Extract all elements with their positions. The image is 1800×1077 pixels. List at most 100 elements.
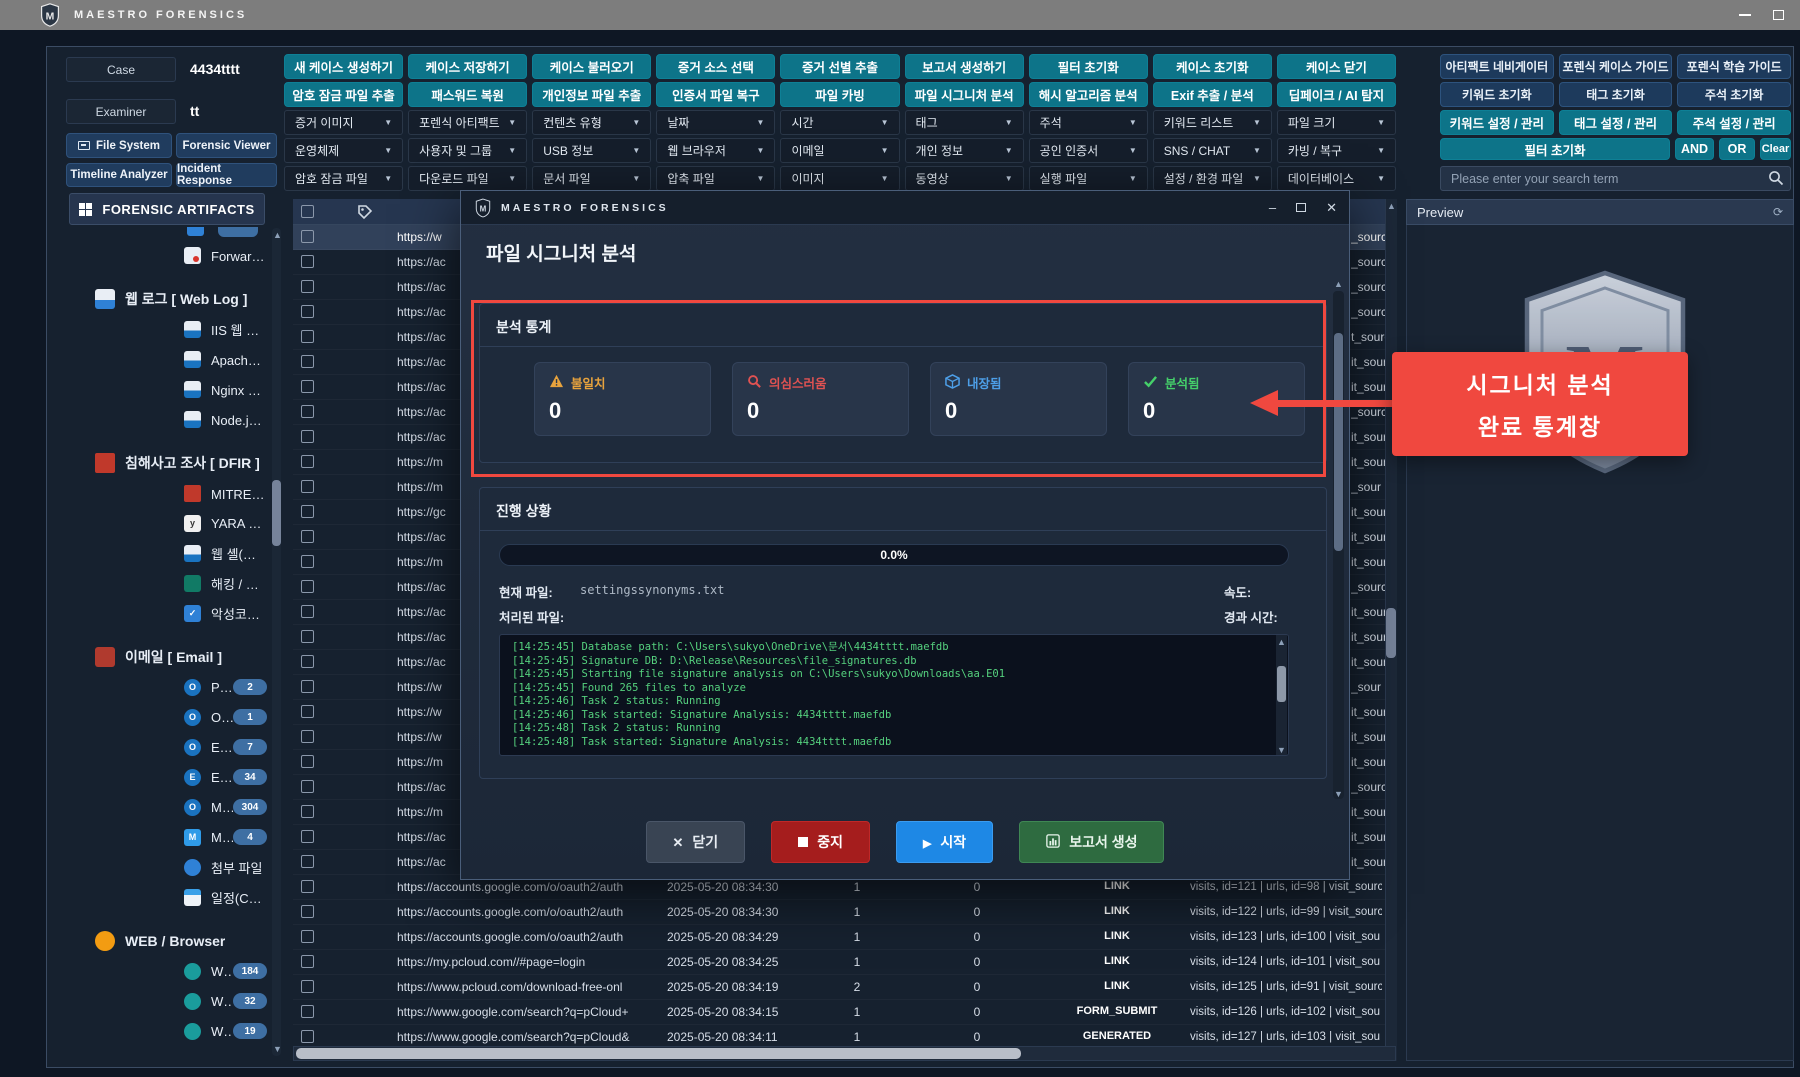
refresh-icon[interactable] bbox=[1773, 205, 1783, 219]
row-checkbox[interactable] bbox=[301, 505, 314, 518]
toolbar-button[interactable]: 파일 카빙 bbox=[780, 82, 899, 107]
toolbar-button[interactable]: 인증서 파일 복구 bbox=[656, 82, 775, 107]
search-input[interactable] bbox=[1440, 166, 1791, 191]
filter-dropdown[interactable]: 실행 파일 bbox=[1029, 166, 1148, 191]
sidebar-item[interactable]: Forwarded 로그 bbox=[53, 240, 269, 270]
filter-dropdown[interactable]: 파일 크기 bbox=[1277, 110, 1396, 135]
filter-dropdown[interactable]: 다운로드 파일 bbox=[408, 166, 527, 191]
panel-button[interactable]: 아티팩트 네비게이터 bbox=[1440, 54, 1554, 79]
row-checkbox[interactable] bbox=[301, 605, 314, 618]
row-checkbox[interactable] bbox=[301, 730, 314, 743]
row-checkbox[interactable] bbox=[301, 555, 314, 568]
filter-dropdown[interactable]: 동영상 bbox=[905, 166, 1024, 191]
row-checkbox[interactable] bbox=[301, 880, 314, 893]
filter-dropdown[interactable]: 날짜 bbox=[656, 110, 775, 135]
filter-dropdown[interactable]: 이미지 bbox=[780, 166, 899, 191]
toolbar-button[interactable]: 보고서 생성하기 bbox=[905, 54, 1024, 79]
sidebar-item[interactable]: 일정(Callendar) bbox=[53, 882, 269, 912]
filter-dropdown[interactable]: 운영체제 bbox=[284, 138, 403, 163]
dialog-scroll-up-icon[interactable]: ▲ bbox=[1334, 279, 1343, 289]
sidebar-item[interactable]: Nginx 웹 로그 bbox=[53, 374, 269, 404]
file-system-button[interactable]: File System bbox=[66, 133, 172, 158]
clear-button[interactable]: Clear bbox=[1760, 138, 1791, 160]
sidebar-item[interactable]: IIS 웹 로그 bbox=[53, 314, 269, 344]
filter-dropdown[interactable]: 문서 파일 bbox=[532, 166, 651, 191]
row-checkbox[interactable] bbox=[301, 480, 314, 493]
sidebar-item[interactable]: Node.js 웹 로그 bbox=[53, 404, 269, 434]
table-hscrollbar-thumb[interactable] bbox=[296, 1048, 1021, 1059]
row-checkbox[interactable] bbox=[301, 930, 314, 943]
toolbar-button[interactable]: 케이스 불러오기 bbox=[532, 54, 651, 79]
row-checkbox[interactable] bbox=[301, 755, 314, 768]
sidebar-item[interactable]: OMSG [ MS Outlook ]304 bbox=[53, 792, 269, 822]
log-scroll-down-icon[interactable]: ▼ bbox=[1277, 745, 1286, 755]
toolbar-button[interactable]: 해시 알고리즘 분석 bbox=[1029, 82, 1148, 107]
close-button[interactable]: 닫기 bbox=[646, 821, 746, 863]
sidebar-scrollbar[interactable] bbox=[272, 228, 281, 1056]
analysis-log-console[interactable]: [14:25:45] Database path: C:\Users\sukyo… bbox=[499, 634, 1289, 756]
row-checkbox[interactable] bbox=[301, 430, 314, 443]
sidebar-item[interactable]: OEML [ MS Outlook ]7 bbox=[53, 732, 269, 762]
toolbar-button[interactable]: 증거 소스 선택 bbox=[656, 54, 775, 79]
row-checkbox[interactable] bbox=[301, 455, 314, 468]
toolbar-button[interactable]: 패스워드 복원 bbox=[408, 82, 527, 107]
row-checkbox[interactable] bbox=[301, 280, 314, 293]
filter-dropdown[interactable]: 암호 잠금 파일 bbox=[284, 166, 403, 191]
row-checkbox[interactable] bbox=[301, 1030, 314, 1043]
toolbar-button[interactable]: 개인정보 파일 추출 bbox=[532, 82, 651, 107]
row-checkbox[interactable] bbox=[301, 230, 314, 243]
row-checkbox[interactable] bbox=[301, 855, 314, 868]
filter-dropdown[interactable]: 포렌식 아티팩트 bbox=[408, 110, 527, 135]
log-scrollbar-thumb[interactable] bbox=[1277, 666, 1286, 702]
row-checkbox[interactable] bbox=[301, 530, 314, 543]
dialog-scroll-down-icon[interactable]: ▼ bbox=[1334, 789, 1343, 799]
dialog-scrollbar-thumb[interactable] bbox=[1334, 333, 1343, 551]
toolbar-button[interactable]: 필터 초기화 bbox=[1029, 54, 1148, 79]
table-vscrollbar-thumb[interactable] bbox=[1386, 608, 1396, 658]
minimize-icon[interactable] bbox=[1739, 14, 1751, 16]
sidebar-item[interactable]: 첨부 파일 bbox=[53, 852, 269, 882]
sidebar-section[interactable]: WEB / Browser bbox=[53, 926, 269, 956]
sidebar-item[interactable]: OPST [ MS Outlook ]2 bbox=[53, 672, 269, 702]
filter-dropdown[interactable]: 컨텐츠 유형 bbox=[532, 110, 651, 135]
sidebar-item[interactable]: EEDB34 bbox=[53, 762, 269, 792]
row-checkbox[interactable] bbox=[301, 680, 314, 693]
row-checkbox[interactable] bbox=[301, 955, 314, 968]
row-checkbox[interactable] bbox=[301, 705, 314, 718]
row-checkbox[interactable] bbox=[301, 355, 314, 368]
row-checkbox[interactable] bbox=[301, 830, 314, 843]
sidebar-item[interactable]: Whale Download19 bbox=[53, 1016, 269, 1046]
filter-dropdown[interactable]: 공인 인증서 bbox=[1029, 138, 1148, 163]
sidebar-item[interactable]: 해킹 / 크래킹 도구 bbox=[53, 568, 269, 598]
sidebar-item[interactable]: Whale Search Words32 bbox=[53, 986, 269, 1016]
table-scroll-up-icon[interactable]: ▲ bbox=[1387, 201, 1396, 211]
table-row[interactable]: https://accounts.google.com/o/oauth2/aut… bbox=[293, 925, 1396, 950]
or-button[interactable]: OR bbox=[1719, 138, 1755, 160]
row-checkbox[interactable] bbox=[301, 380, 314, 393]
filter-dropdown[interactable]: 설정 / 환경 파일 bbox=[1153, 166, 1272, 191]
panel-button[interactable]: 포렌식 학습 가이드 bbox=[1677, 54, 1791, 79]
sidebar-scrollbar-thumb[interactable] bbox=[272, 480, 281, 546]
start-button[interactable]: 시작 bbox=[896, 821, 993, 863]
toolbar-button[interactable]: 증거 선별 추출 bbox=[780, 54, 899, 79]
manage-button[interactable]: 태그 설정 / 관리 bbox=[1559, 110, 1673, 135]
sidebar-item[interactable]: 웹 셸(WebShell) bbox=[53, 538, 269, 568]
and-button[interactable]: AND bbox=[1675, 138, 1714, 160]
filter-dropdown[interactable]: 압축 파일 bbox=[656, 166, 775, 191]
row-checkbox[interactable] bbox=[301, 405, 314, 418]
filter-dropdown[interactable]: 태그 bbox=[905, 110, 1024, 135]
filter-dropdown[interactable]: 사용자 및 그룹 bbox=[408, 138, 527, 163]
report-button[interactable]: 보고서 생성 bbox=[1019, 821, 1164, 863]
filter-dropdown[interactable]: 이메일 bbox=[780, 138, 899, 163]
toolbar-button[interactable]: 새 케이스 생성하기 bbox=[284, 54, 403, 79]
filter-dropdown[interactable]: USB 정보 bbox=[532, 138, 651, 163]
table-row[interactable]: https://www.google.com/search?q=pCloud+2… bbox=[293, 1000, 1396, 1025]
table-row[interactable]: https://my.pcloud.com//#page=login2025-0… bbox=[293, 950, 1396, 975]
table-row[interactable]: https://accounts.google.com/o/oauth2/aut… bbox=[293, 900, 1396, 925]
row-checkbox[interactable] bbox=[301, 580, 314, 593]
stop-button[interactable]: 중지 bbox=[771, 821, 870, 863]
filter-reset-button[interactable]: 필터 초기화 bbox=[1440, 138, 1670, 160]
toolbar-button[interactable]: 암호 잠금 파일 추출 bbox=[284, 82, 403, 107]
row-checkbox[interactable] bbox=[301, 330, 314, 343]
toolbar-button[interactable]: 케이스 저장하기 bbox=[408, 54, 527, 79]
